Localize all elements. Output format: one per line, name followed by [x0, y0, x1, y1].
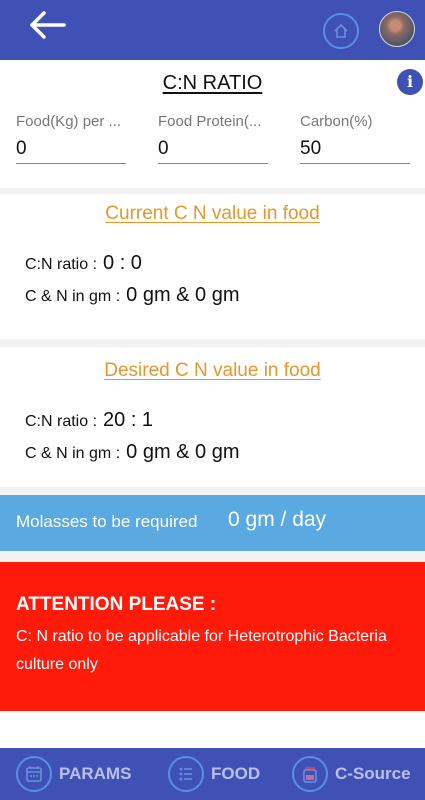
food-kg-field[interactable]: Food(Kg) per ... 0 — [16, 113, 126, 164]
back-button[interactable] — [26, 8, 70, 42]
list-icon — [179, 767, 192, 781]
current-ratio-row: C:N ratio : 0 : 0 — [25, 252, 142, 275]
molasses-label: Molasses to be required — [16, 512, 198, 531]
carbon-field[interactable]: Carbon(%) 50 — [300, 113, 410, 164]
nav-label-params: PARAMS — [59, 764, 132, 783]
nav-label-food: FOOD — [211, 764, 261, 783]
food-protein-field[interactable]: Food Protein(... 0 — [158, 113, 268, 164]
carbon-input[interactable]: 50 — [300, 138, 410, 164]
desired-gm-value: 0 gm & 0 gm — [126, 441, 240, 463]
info-icon[interactable]: i — [397, 69, 423, 95]
current-gm-label: C & N in gm : — [25, 288, 121, 305]
desired-ratio-row: C:N ratio : 20 : 1 — [25, 409, 153, 432]
attention-title: ATTENTION PLEASE : — [16, 594, 217, 615]
desired-gm-row: C & N in gm : 0 gm & 0 gm — [25, 441, 240, 464]
food-protein-label: Food Protein(... — [158, 113, 262, 130]
desired-cn-card: Desired C N value in food C:N ratio : 20 … — [0, 347, 425, 487]
current-cn-heading: Current C N value in food — [105, 203, 320, 224]
current-gm-value: 0 gm & 0 gm — [126, 284, 240, 306]
attention-box: ATTENTION PLEASE : C: N ratio to be appl… — [0, 562, 425, 711]
current-ratio-label: C:N ratio : — [25, 256, 98, 273]
current-ratio-value: 0 : 0 — [103, 252, 142, 274]
food-kg-label: Food(Kg) per ... — [16, 113, 122, 130]
home-button[interactable] — [323, 13, 359, 49]
home-icon — [334, 24, 348, 38]
current-gm-row: C & N in gm : 0 gm & 0 gm — [25, 284, 240, 307]
jar-icon — [303, 767, 317, 783]
carbon-label: Carbon(%) — [300, 113, 373, 130]
desired-ratio-value: 20 : 1 — [103, 409, 154, 431]
app-bar — [0, 0, 425, 60]
avatar[interactable] — [379, 11, 415, 47]
desired-cn-heading: Desired C N value in food — [104, 360, 321, 381]
cn-ratio-form: C:N RATIO i Food(Kg) per ... 0 Food Prot… — [0, 60, 425, 188]
molasses-value: 0 gm / day — [228, 508, 327, 531]
desired-ratio-label: C:N ratio : — [25, 413, 98, 430]
desired-gm-label: C & N in gm : — [25, 445, 121, 462]
nav-label-c-source: C-Source — [335, 764, 411, 783]
food-kg-input[interactable]: 0 — [16, 138, 126, 164]
content-spacer — [0, 711, 425, 748]
bottom-nav: PARAMS FOOD C-Source — [0, 748, 425, 800]
calendar-icon — [26, 766, 42, 782]
attention-body: C: N ratio to be applicable for Heterotr… — [16, 628, 387, 673]
arrow-left-icon — [30, 11, 66, 39]
page-title: C:N RATIO — [162, 72, 263, 94]
molasses-banner: Molasses to be required 0 gm / day — [0, 495, 425, 551]
food-protein-input[interactable]: 0 — [158, 138, 268, 164]
current-cn-card: Current C N value in food C:N ratio : 0 :… — [0, 194, 425, 339]
